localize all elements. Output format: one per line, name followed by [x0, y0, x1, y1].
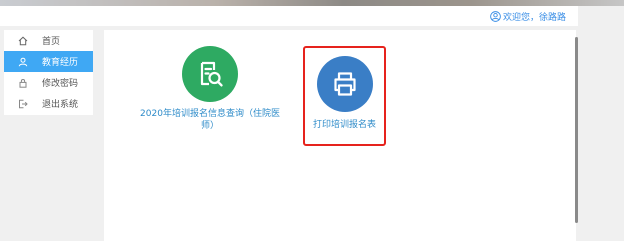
sidebar-item-label: 首页: [42, 37, 61, 47]
sidebar-item-label: 修改密码: [42, 79, 79, 89]
registration-query-tile[interactable]: 2020年培训报名信息查询（住院医师）: [135, 46, 285, 132]
sidebar: 首页 教育经历 修改密码 退出系统: [4, 30, 93, 115]
main-content: 2020年培训报名信息查询（住院医师） 打印培训报名表: [104, 30, 576, 241]
user-greeting[interactable]: 欢迎您，徐路路: [490, 8, 566, 24]
home-icon: [17, 35, 29, 47]
user-icon: [17, 56, 29, 68]
tile-label: 打印培训报名表: [312, 120, 376, 130]
greeting-text: 欢迎您，徐路路: [502, 12, 566, 23]
printer-icon: [316, 56, 373, 112]
header-bar: 欢迎您，徐路路: [0, 6, 578, 26]
sidebar-item-home[interactable]: 首页: [4, 30, 93, 51]
document-search-icon: [182, 46, 238, 102]
scrollbar[interactable]: [575, 37, 578, 223]
sidebar-item-label: 退出系统: [42, 100, 79, 110]
logout-icon: [17, 98, 29, 110]
user-avatar-icon: [490, 10, 501, 22]
print-registration-tile[interactable]: 打印培训报名表: [303, 56, 386, 131]
tile-label: 2020年培训报名信息查询（住院医师）: [140, 109, 280, 131]
sidebar-item-change-password[interactable]: 修改密码: [4, 72, 93, 93]
sidebar-item-label: 教育经历: [42, 58, 79, 68]
sidebar-item-logout[interactable]: 退出系统: [4, 93, 93, 114]
sidebar-item-education[interactable]: 教育经历: [4, 51, 93, 72]
lock-icon: [17, 77, 29, 89]
